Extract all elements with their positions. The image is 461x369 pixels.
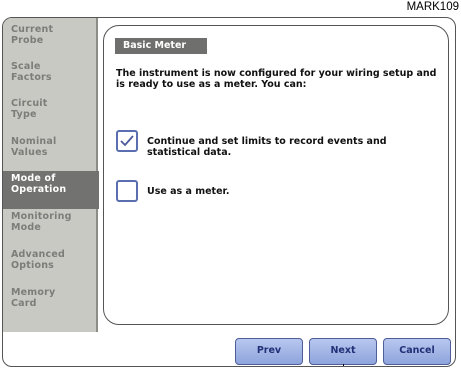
cancel-button[interactable]: Cancel — [383, 338, 451, 365]
figure-code-label: MARK109 — [406, 1, 459, 13]
use-as-meter-checkbox[interactable] — [116, 180, 138, 202]
sidebar-item-nominal-values[interactable]: Nominal Values — [8, 134, 94, 172]
sidebar-item-current-probe[interactable]: Current Probe — [8, 22, 94, 60]
pointer-indicator — [343, 364, 344, 366]
sidebar-item-scale-factors[interactable]: Scale Factors — [8, 59, 94, 97]
sidebar-item-circuit-type[interactable]: Circuit Type — [8, 96, 94, 134]
instrument-screen: Current Probe Scale Factors Circuit Type… — [2, 17, 456, 367]
intro-text: The instrument is now configured for you… — [116, 68, 437, 90]
checkmark-icon — [120, 135, 134, 147]
use-as-meter-label: Use as a meter. — [147, 186, 230, 197]
next-button[interactable]: Next — [309, 338, 377, 365]
panel-title: Basic Meter — [115, 38, 207, 54]
sidebar-item-monitoring-mode[interactable]: Monitoring Mode — [8, 209, 94, 247]
continue-option-label: Continue and set limits to record events… — [147, 136, 387, 158]
sidebar-item-advanced-options[interactable]: Advanced Options — [8, 247, 94, 285]
sidebar-item-memory-card[interactable]: Memory Card — [8, 285, 94, 323]
setup-sidebar: Current Probe Scale Factors Circuit Type… — [3, 18, 99, 332]
prev-button[interactable]: Prev — [235, 338, 303, 365]
continue-option-checkbox[interactable] — [116, 130, 138, 152]
sidebar-item-mode-of-operation[interactable]: Mode of Operation — [3, 171, 99, 209]
